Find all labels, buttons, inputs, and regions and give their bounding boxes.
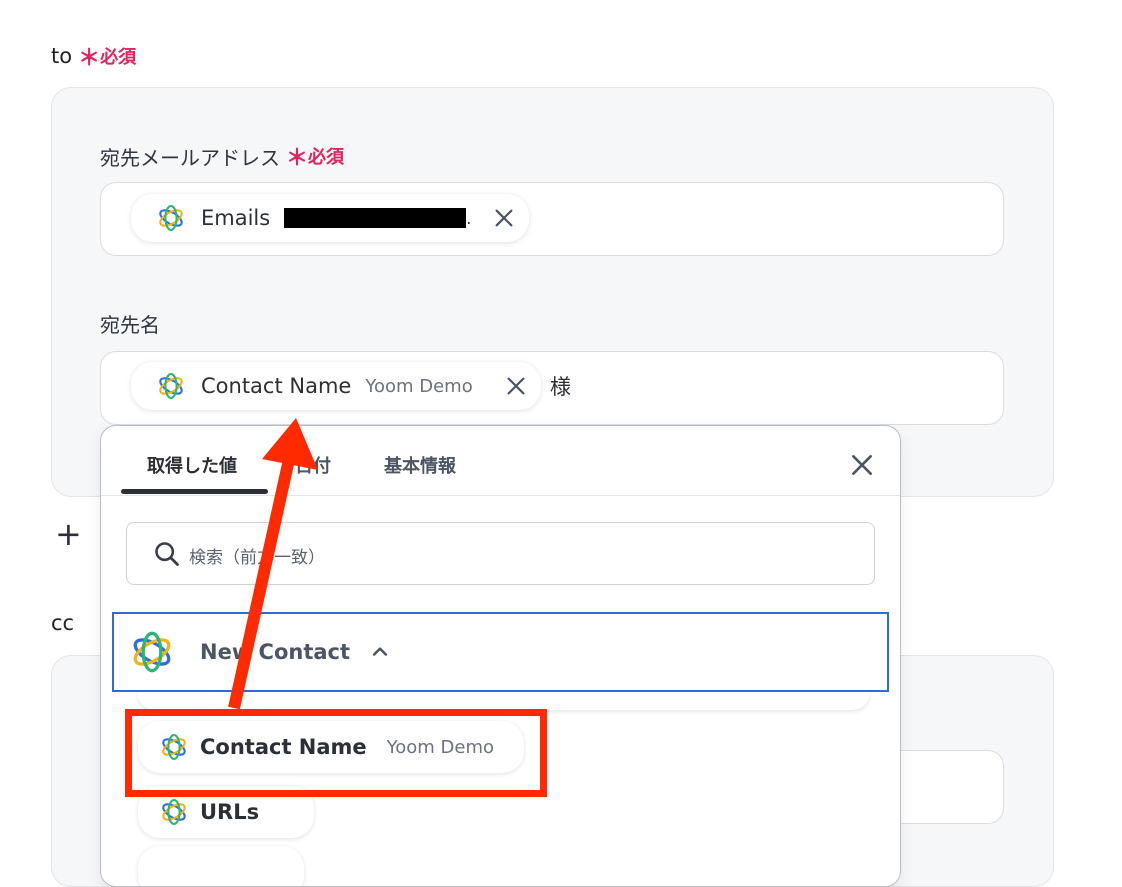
- email-field-label: 宛先メールアドレス: [100, 145, 280, 170]
- variable-picker-dropdown: 取得した値 日付 基本情報 検索（前方一致） New Contact Conta…: [100, 425, 901, 887]
- collapsed-item-edge: [137, 692, 870, 710]
- search-placeholder: 検索（前方一致）: [189, 548, 325, 568]
- chip-suffix: .: [466, 208, 472, 228]
- tab-basic-info[interactable]: 基本情報: [384, 452, 456, 478]
- plus-icon[interactable]: +: [55, 518, 82, 550]
- to-label: to: [51, 44, 73, 68]
- close-icon[interactable]: [505, 375, 527, 397]
- highlight-box: [125, 709, 547, 797]
- chip-name: Contact Name: [201, 374, 352, 398]
- close-icon[interactable]: [493, 207, 515, 229]
- list-item[interactable]: [138, 846, 304, 886]
- email-field-header: 宛先メールアドレス ＊ 必須: [100, 140, 344, 172]
- tab-acquired-values[interactable]: 取得した値: [147, 452, 237, 478]
- yoom-logo-icon: [160, 798, 188, 826]
- cc-label: cc: [51, 611, 75, 635]
- item-name: URLs: [200, 800, 260, 824]
- required-badge: 必須: [308, 147, 345, 168]
- tab-divider: [101, 495, 900, 496]
- tab-date[interactable]: 日付: [295, 452, 331, 478]
- close-icon[interactable]: [849, 452, 875, 478]
- search-icon: [155, 542, 179, 566]
- to-section-header: to ＊ 必須: [51, 40, 136, 72]
- yoom-logo-icon: [157, 372, 185, 400]
- search-input[interactable]: 検索（前方一致）: [126, 522, 875, 585]
- required-badge: 必須: [100, 47, 137, 68]
- chip-name: Emails: [201, 206, 271, 230]
- recipient-name-label: 宛先名: [100, 313, 160, 337]
- chevron-up-icon[interactable]: [370, 642, 390, 662]
- group-new-contact[interactable]: New Contact: [112, 612, 889, 692]
- emails-variable-chip[interactable]: Emails .: [131, 194, 529, 242]
- active-tab-indicator: [121, 489, 268, 494]
- yoom-logo-icon: [130, 630, 174, 674]
- yoom-logo-icon: [157, 204, 185, 232]
- chip-sub: Yoom Demo: [365, 375, 473, 397]
- suffix-text: 様: [550, 375, 571, 399]
- contact-name-variable-chip[interactable]: Contact Name Yoom Demo: [131, 362, 541, 410]
- required-star-icon: ＊: [78, 46, 101, 71]
- redacted-block: [284, 208, 467, 228]
- required-star-icon: ＊: [286, 146, 309, 171]
- group-label: New Contact: [200, 640, 351, 664]
